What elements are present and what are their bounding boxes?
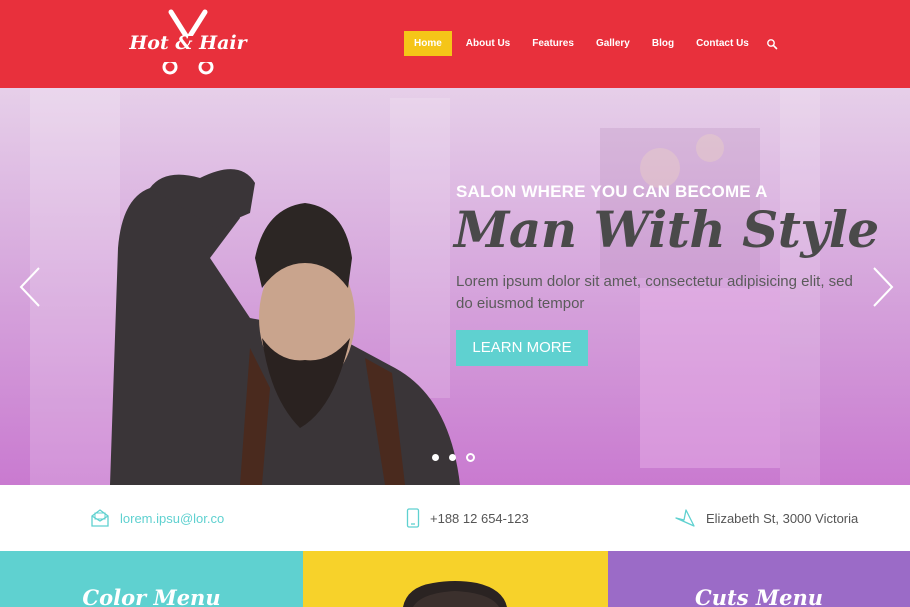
- nav-features[interactable]: Features: [521, 31, 585, 56]
- search-icon[interactable]: [766, 38, 778, 50]
- cuts-menu-title: Cuts Menu: [695, 585, 823, 607]
- featured-photo-tile: [303, 551, 608, 607]
- hero-slider: SALON WHERE YOU CAN BECOME A Man With St…: [0, 88, 910, 485]
- chevron-left-icon[interactable]: [17, 266, 43, 308]
- hero-text: Lorem ipsum dolor sit amet, consectetur …: [456, 273, 853, 312]
- contact-phone[interactable]: +188 12 654-123: [406, 507, 529, 529]
- contact-email-text: lorem.ipsu@lor.co: [120, 510, 225, 526]
- slider-dot-2[interactable]: [449, 454, 456, 461]
- nav-gallery[interactable]: Gallery: [585, 31, 641, 56]
- nav-contact-us[interactable]: Contact Us: [685, 31, 760, 56]
- site-header: Hot & Hair Home About Us Features Galler…: [0, 0, 910, 88]
- contact-address[interactable]: Elizabeth St, 3000 Victoria: [674, 507, 858, 529]
- slider-dot-1[interactable]: [432, 454, 439, 461]
- learn-more-button[interactable]: LEARN MORE: [456, 330, 588, 366]
- hero-title: Man With Style: [454, 200, 879, 259]
- contact-phone-text: +188 12 654-123: [430, 510, 529, 526]
- contact-email[interactable]: lorem.ipsu@lor.co: [90, 507, 224, 529]
- contact-bar: lorem.ipsu@lor.co +188 12 654-123 Elizab…: [0, 485, 910, 551]
- model-photo: [403, 581, 507, 607]
- phone-icon: [406, 508, 420, 528]
- logo[interactable]: Hot & Hair: [122, 8, 254, 78]
- chevron-right-icon[interactable]: [870, 266, 896, 308]
- nav-blog[interactable]: Blog: [641, 31, 685, 56]
- slider-dot-3[interactable]: [466, 453, 475, 462]
- main-nav: Home About Us Features Gallery Blog Cont…: [404, 31, 760, 56]
- contact-address-text: Elizabeth St, 3000 Victoria: [706, 510, 859, 526]
- slider-dots: [432, 453, 475, 462]
- location-arrow-icon: [675, 509, 695, 527]
- color-menu-tile[interactable]: Color Menu: [0, 551, 303, 607]
- nav-home[interactable]: Home: [404, 31, 452, 56]
- envelope-icon: [91, 509, 109, 527]
- color-menu-title: Color Menu: [82, 585, 221, 607]
- logo-text: Hot & Hair: [129, 32, 247, 54]
- cuts-menu-tile[interactable]: Cuts Menu: [608, 551, 910, 607]
- nav-about-us[interactable]: About Us: [455, 31, 521, 56]
- hero-subtitle: SALON WHERE YOU CAN BECOME A: [456, 182, 768, 201]
